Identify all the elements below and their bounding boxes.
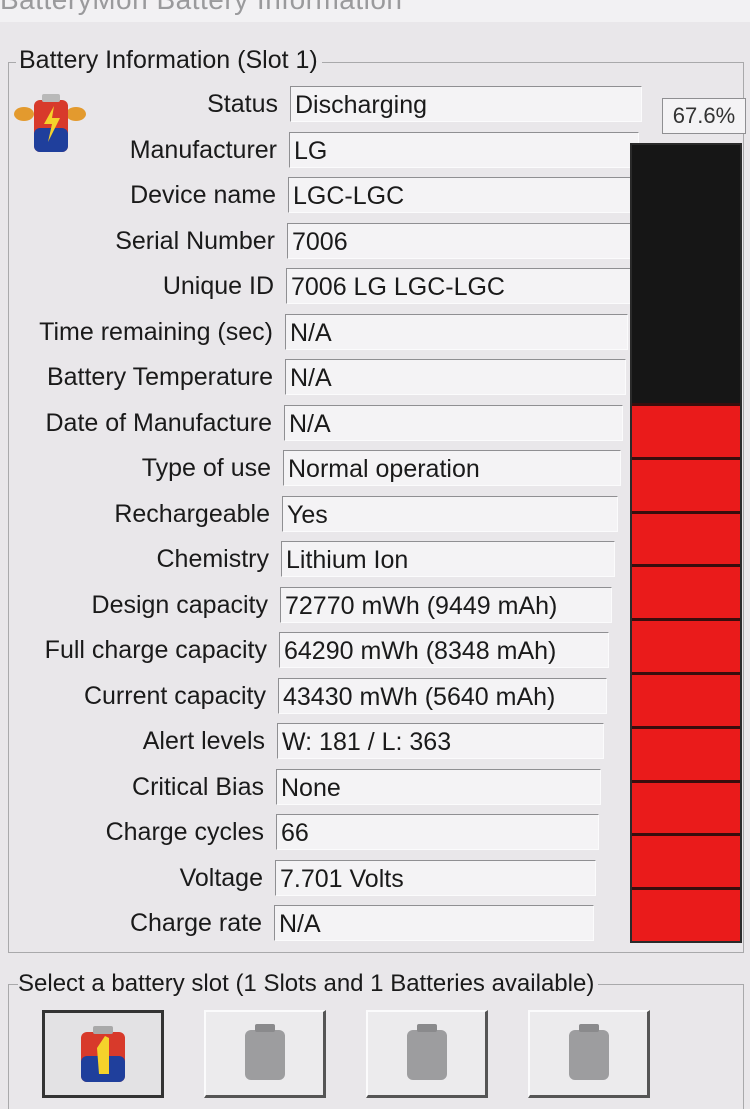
field-value: LG bbox=[289, 131, 639, 168]
charge-percent-readout: 67.6% bbox=[662, 98, 746, 134]
field-value: Normal operation bbox=[283, 450, 621, 486]
field-value: N/A bbox=[285, 359, 626, 395]
slot-4-button[interactable] bbox=[528, 1010, 650, 1098]
field-label: Charge cycles bbox=[105, 818, 264, 846]
slot-2-button[interactable] bbox=[204, 1010, 326, 1098]
group-border-right bbox=[322, 62, 743, 63]
field-label: Full charge capacity bbox=[44, 636, 267, 664]
field-value: Lithium Ion bbox=[281, 541, 615, 577]
field-value: Discharging bbox=[290, 86, 642, 122]
field-value: 43430 mWh (5640 mAh) bbox=[278, 677, 607, 714]
field-label: Battery Temperature bbox=[46, 363, 273, 391]
slot-3-button[interactable] bbox=[366, 1010, 488, 1098]
field-value: 7006 bbox=[287, 222, 634, 259]
charge-level-segment bbox=[632, 833, 740, 888]
field-label: Voltage bbox=[179, 863, 263, 892]
field-label: Status bbox=[207, 90, 278, 118]
group-border-left bbox=[8, 62, 16, 63]
field-label: Design capacity bbox=[91, 590, 268, 619]
empty-battery-slot-icon bbox=[244, 1023, 285, 1080]
slot-1-button[interactable] bbox=[42, 1010, 164, 1098]
slot-selector-caption: Select a battery slot (1 Slots and 1 Bat… bbox=[18, 970, 599, 998]
empty-battery-slot-icon bbox=[406, 1023, 447, 1080]
field-label: Critical Bias bbox=[132, 772, 264, 801]
field-value: 66 bbox=[276, 814, 599, 850]
field-value: N/A bbox=[274, 905, 594, 941]
field-value: 72770 mWh (9449 mAh) bbox=[280, 586, 612, 623]
field-label: Current capacity bbox=[83, 681, 266, 710]
field-value: 64290 mWh (8348 mAh) bbox=[279, 632, 609, 668]
window-title: BatteryMon Battery Information bbox=[0, 0, 403, 16]
field-label: Time remaining (sec) bbox=[39, 317, 273, 346]
charge-level-segment bbox=[632, 402, 740, 457]
field-label: Charge rate bbox=[129, 909, 262, 937]
group-title: Battery Information (Slot 1) bbox=[16, 46, 321, 75]
field-label: Serial Number bbox=[115, 226, 275, 255]
charge-level-segment bbox=[632, 671, 740, 726]
field-value: None bbox=[276, 768, 601, 805]
charge-level-segment bbox=[632, 564, 740, 619]
field-label: Alert levels bbox=[142, 727, 265, 755]
charge-level-segment bbox=[632, 887, 740, 941]
field-value: Yes bbox=[282, 495, 618, 532]
field-value: N/A bbox=[285, 313, 628, 350]
charge-level-segment bbox=[632, 725, 740, 780]
charge-level-segment bbox=[632, 779, 740, 834]
field-value: LGC-LGC bbox=[288, 177, 636, 213]
field-value: W: 181 / L: 363 bbox=[277, 723, 604, 759]
field-value: 7.701 Volts bbox=[275, 859, 596, 896]
field-label: Date of Manufacture bbox=[45, 408, 272, 437]
window-title-bar[interactable]: BatteryMon Battery Information bbox=[0, 0, 750, 22]
field-value: 7006 LG LGC-LGC bbox=[286, 268, 631, 304]
field-label: Rechargeable bbox=[114, 499, 270, 528]
field-label: Manufacturer bbox=[129, 135, 277, 164]
battery-slot-1-icon bbox=[81, 1026, 125, 1082]
field-label: Type of use bbox=[141, 454, 271, 482]
field-label: Device name bbox=[130, 181, 276, 209]
empty-battery-slot-icon bbox=[568, 1023, 609, 1080]
field-value: N/A bbox=[284, 404, 623, 441]
charge-level-segment bbox=[632, 456, 740, 511]
field-label: Unique ID bbox=[162, 272, 274, 300]
charge-level-segment bbox=[632, 618, 740, 672]
field-label: Chemistry bbox=[156, 545, 269, 573]
charge-level-bar bbox=[630, 143, 742, 943]
charge-level-segment bbox=[632, 510, 740, 565]
